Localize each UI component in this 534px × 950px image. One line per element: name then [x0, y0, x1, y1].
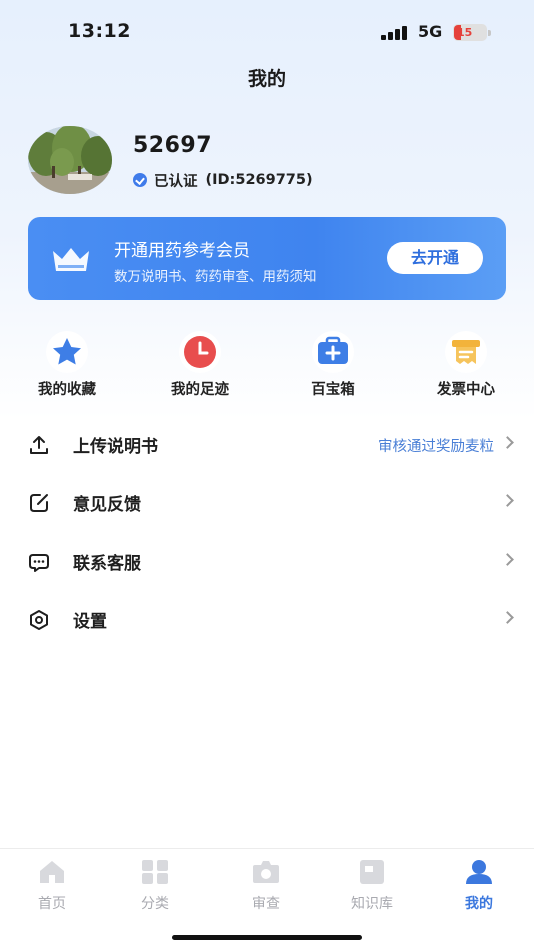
- menu-item-label: 联系客服: [73, 554, 141, 574]
- network-label: 5G: [418, 22, 443, 41]
- tab-label: 知识库: [351, 896, 393, 912]
- quick-action-favorites[interactable]: 我的收藏: [17, 330, 117, 399]
- home-icon: [40, 861, 64, 883]
- menu-item-label: 意见反馈: [73, 495, 141, 515]
- chevron-right-icon: [501, 553, 514, 566]
- tab-label: 首页: [38, 896, 66, 912]
- quick-action-label: 发票中心: [437, 382, 495, 398]
- open-membership-button[interactable]: 去开通: [387, 242, 483, 274]
- menu-item-customer-service[interactable]: 联系客服: [0, 532, 534, 590]
- menu-item-feedback[interactable]: 意见反馈: [0, 473, 534, 531]
- menu-item-label: 设置: [73, 612, 107, 632]
- username: 52697: [133, 133, 213, 158]
- crown-icon: [53, 248, 89, 271]
- tab-label: 审查: [252, 896, 280, 912]
- edit-icon: [30, 494, 48, 512]
- chat-icon: [29, 554, 49, 572]
- home-indicator: [172, 935, 362, 940]
- battery-level: 15: [457, 26, 473, 39]
- user-id: (ID:5269775): [205, 172, 313, 188]
- battery-icon: 15: [453, 24, 491, 41]
- chevron-right-icon: [501, 611, 514, 624]
- status-time: 13:12: [68, 20, 131, 42]
- menu-item-hint: 审核通过奖励麦粒: [378, 439, 494, 455]
- quick-action-history[interactable]: 我的足迹: [150, 330, 250, 399]
- verified-label: 已认证: [154, 173, 198, 190]
- avatar-photo: [28, 126, 112, 194]
- chevron-right-icon: [501, 494, 514, 507]
- page-title: 我的: [247, 68, 286, 90]
- invoice-icon: [441, 330, 491, 374]
- menu-item-upload-manual[interactable]: 上传说明书 审核通过奖励麦粒: [0, 415, 534, 473]
- signal-icon: [381, 25, 409, 40]
- camera-icon: [253, 861, 279, 883]
- toolbox-icon: [308, 330, 358, 374]
- clock-icon: [175, 330, 225, 374]
- upload-icon: [30, 436, 48, 454]
- menu-item-label: 上传说明书: [73, 437, 158, 457]
- tab-label: 分类: [141, 896, 169, 912]
- tab-category[interactable]: 分类: [115, 859, 195, 913]
- book-icon: [360, 860, 384, 884]
- tab-home[interactable]: 首页: [12, 859, 92, 913]
- tab-review[interactable]: 审查: [226, 859, 306, 913]
- verification-status: 已认证 (ID:5269775): [133, 170, 313, 190]
- quick-action-toolbox[interactable]: 百宝箱: [283, 330, 383, 399]
- tab-mine[interactable]: 我的: [439, 859, 519, 913]
- settings-icon: [30, 610, 48, 630]
- quick-action-invoice[interactable]: 发票中心: [416, 330, 516, 399]
- quick-action-label: 我的足迹: [171, 382, 229, 398]
- chevron-right-icon: [501, 436, 514, 449]
- quick-action-label: 我的收藏: [38, 382, 96, 398]
- grid-icon: [142, 860, 168, 884]
- member-banner[interactable]: 开通用药参考会员 数万说明书、药药审查、用药须知 去开通: [28, 217, 506, 300]
- person-icon: [466, 860, 492, 884]
- avatar[interactable]: [28, 126, 112, 194]
- member-banner-title: 开通用药参考会员: [114, 241, 250, 261]
- member-banner-subtitle: 数万说明书、药药审查、用药须知: [114, 269, 317, 285]
- star-icon: [42, 330, 92, 374]
- verified-icon: [133, 173, 147, 187]
- menu-item-settings[interactable]: 设置: [0, 590, 534, 648]
- tab-label: 我的: [465, 896, 493, 912]
- tab-knowledge-base[interactable]: 知识库: [332, 859, 412, 913]
- quick-action-label: 百宝箱: [311, 382, 355, 398]
